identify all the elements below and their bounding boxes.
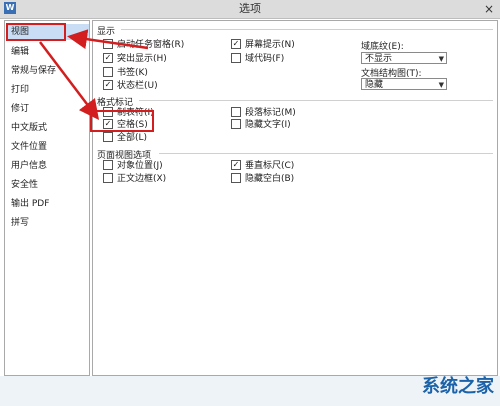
- arrow-to-view: [67, 29, 149, 50]
- arrow-to-spaces: [39, 41, 100, 120]
- annotation-arrows: [39, 29, 149, 120]
- watermark-logo: 系统之家: [422, 376, 494, 397]
